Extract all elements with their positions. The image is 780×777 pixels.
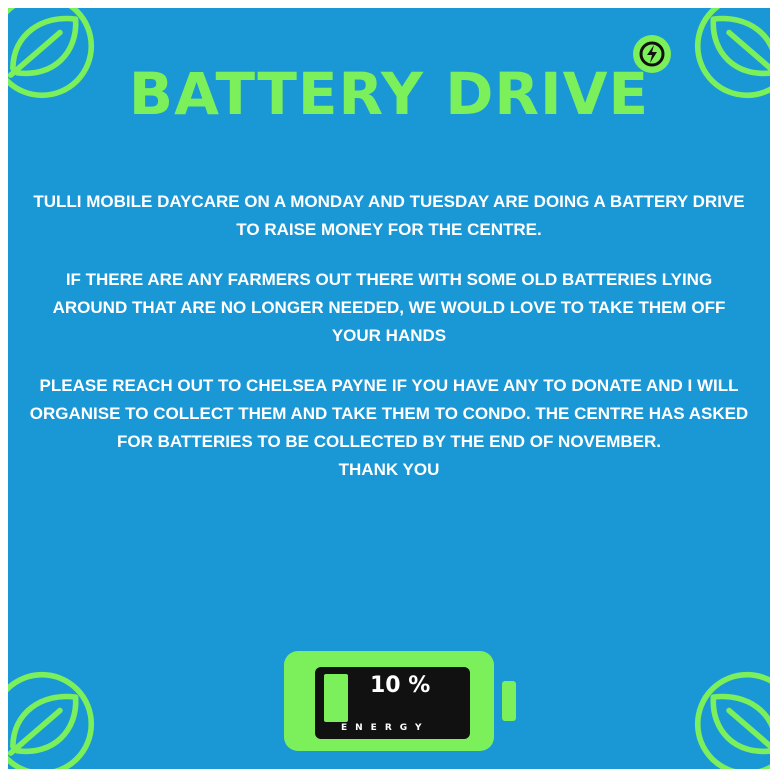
battery-body: 10 % ENERGY <box>284 651 494 751</box>
battery-cap <box>502 681 516 721</box>
battery-icon: 10 % ENERGY <box>284 651 516 751</box>
thank-you-text: THANK YOU <box>338 460 440 479</box>
message-body: TULLI MOBILE DAYCARE ON A MONDAY AND TUE… <box>28 188 750 484</box>
battery-screen: 10 % ENERGY <box>315 667 470 739</box>
lightning-bolt-icon <box>633 35 671 73</box>
battery-percent: 10 % <box>370 673 431 698</box>
message-paragraph-2: IF THERE ARE ANY FARMERS OUT THERE WITH … <box>52 270 726 345</box>
leaf-icon-bottom-left <box>8 668 98 769</box>
leaf-icon-bottom-right <box>691 668 770 769</box>
battery-level-fill <box>324 674 348 722</box>
message-paragraph-1: TULLI MOBILE DAYCARE ON A MONDAY AND TUE… <box>33 192 745 239</box>
poster: BATTERY DRIVE TULLI MOBILE DAYCARE ON A … <box>8 8 770 769</box>
battery-energy-label: ENERGY <box>341 723 430 733</box>
message-paragraph-3: PLEASE REACH OUT TO CHELSEA PAYNE IF YOU… <box>29 376 749 451</box>
